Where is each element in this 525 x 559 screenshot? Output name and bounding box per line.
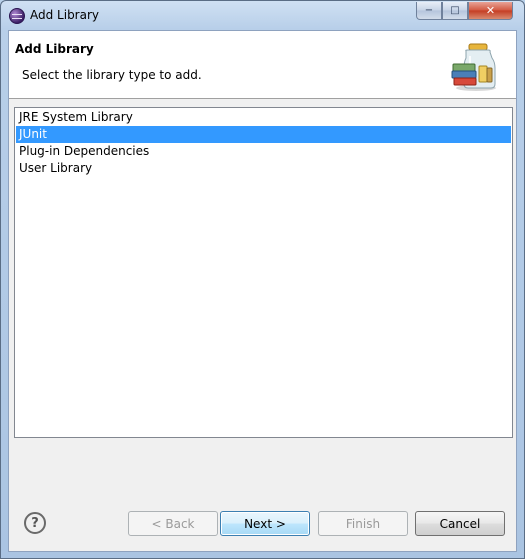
close-button[interactable]: ✕ (468, 2, 513, 20)
next-button[interactable]: Next > (220, 511, 310, 536)
add-library-window: Add Library − □ ✕ Add Library Select the… (0, 0, 525, 559)
title-bar[interactable]: Add Library − □ ✕ (1, 1, 524, 30)
minimize-button[interactable]: − (416, 2, 442, 20)
list-item-plugin-dependencies[interactable]: Plug-in Dependencies (16, 143, 511, 160)
back-button[interactable]: < Back (128, 511, 218, 536)
page-title: Add Library (15, 42, 94, 56)
maximize-button[interactable]: □ (442, 2, 468, 20)
window-title: Add Library (30, 8, 100, 22)
list-item-junit[interactable]: JUnit (16, 126, 511, 143)
eclipse-icon (9, 8, 25, 24)
page-description: Select the library type to add. (22, 68, 202, 82)
library-jar-icon (451, 43, 496, 91)
list-item-jre-system-library[interactable]: JRE System Library (16, 109, 511, 126)
wizard-header: Add Library Select the library type to a… (9, 31, 516, 99)
dialog-body: Add Library Select the library type to a… (8, 30, 517, 552)
finish-button[interactable]: Finish (318, 511, 408, 536)
library-type-list[interactable]: JRE System Library JUnit Plug-in Depende… (14, 107, 513, 438)
help-icon[interactable]: ? (24, 512, 46, 534)
list-item-user-library[interactable]: User Library (16, 160, 511, 177)
cancel-button[interactable]: Cancel (415, 511, 505, 536)
